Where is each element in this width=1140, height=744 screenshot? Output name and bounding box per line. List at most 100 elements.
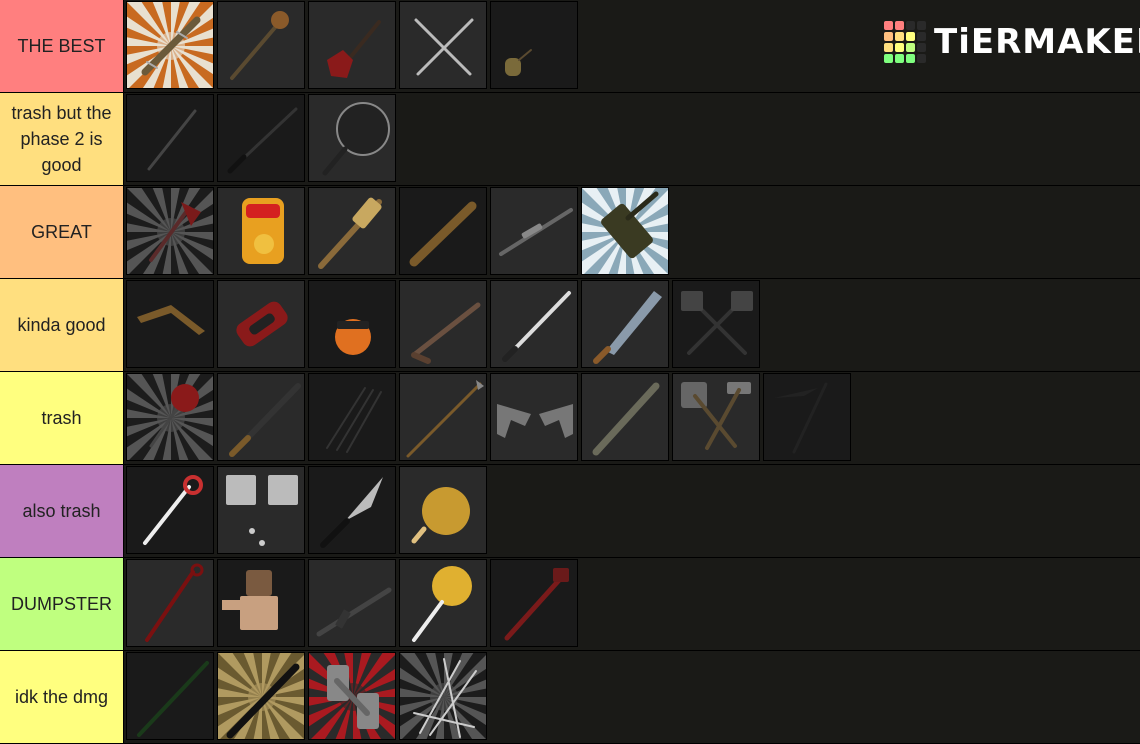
tier-row: kinda good — [0, 279, 1140, 372]
stop-sign-icon — [127, 374, 213, 460]
machete-icon — [582, 281, 668, 367]
tier-label[interactable]: GREAT — [0, 186, 124, 278]
sniper-rifle-icon — [491, 188, 577, 274]
tier-row: DUMPSTER — [0, 558, 1140, 651]
tier-item[interactable] — [399, 280, 487, 368]
tier-item[interactable] — [490, 280, 578, 368]
tier-item[interactable] — [308, 280, 396, 368]
spiked-mace-icon — [218, 2, 304, 88]
tier-item[interactable] — [308, 559, 396, 647]
tier-item[interactable] — [581, 280, 669, 368]
logo-grid-cell — [906, 54, 915, 63]
tier-item[interactable] — [399, 652, 487, 740]
tier-label[interactable]: DUMPSTER — [0, 558, 124, 650]
tier-item[interactable] — [399, 466, 487, 554]
tier-item[interactable] — [126, 94, 214, 182]
tier-items — [126, 372, 854, 464]
tier-item[interactable] — [308, 652, 396, 740]
wrapped-bat-icon — [309, 188, 395, 274]
tiermaker-logo-grid-icon — [884, 21, 926, 63]
tier-items — [126, 465, 490, 557]
tier-label[interactable]: idk the dmg — [0, 651, 124, 743]
frying-pan-icon — [309, 95, 395, 181]
tier-row: trash — [0, 372, 1140, 465]
tier-item[interactable] — [490, 373, 578, 461]
tier-item[interactable] — [399, 559, 487, 647]
tier-item[interactable] — [490, 559, 578, 647]
tier-item[interactable] — [126, 280, 214, 368]
tier-item[interactable] — [763, 373, 851, 461]
tier-item[interactable] — [672, 373, 760, 461]
tier-items — [126, 279, 763, 371]
tier-label[interactable]: kinda good — [0, 279, 124, 371]
candy-cane-icon — [127, 467, 213, 553]
tier-item[interactable] — [126, 652, 214, 740]
tier-item[interactable] — [308, 466, 396, 554]
logo-grid-cell — [917, 32, 926, 41]
tier-item[interactable] — [399, 187, 487, 275]
scythe-icon — [764, 374, 850, 460]
crossed-axes-icon — [673, 281, 759, 367]
red-guitar-icon — [309, 2, 395, 88]
tier-item[interactable] — [490, 187, 578, 275]
tier-item[interactable] — [217, 1, 305, 89]
tier-row: idk the dmg — [0, 651, 1140, 744]
tier-item[interactable] — [308, 1, 396, 89]
tier-item[interactable] — [126, 466, 214, 554]
tier-item[interactable] — [308, 94, 396, 182]
tier-label[interactable]: THE BEST — [0, 0, 124, 92]
tier-item[interactable] — [126, 187, 214, 275]
white-katana-icon — [491, 281, 577, 367]
tier-label[interactable]: also trash — [0, 465, 124, 557]
tier-item[interactable] — [217, 187, 305, 275]
tier-item[interactable] — [308, 373, 396, 461]
tier-item[interactable] — [217, 373, 305, 461]
logo-grid-cell — [917, 54, 926, 63]
cane-icon — [127, 95, 213, 181]
logo-grid-cell — [884, 43, 893, 52]
logo-grid-cell — [884, 21, 893, 30]
logo-grid-cell — [895, 32, 904, 41]
dual-pistols-icon — [491, 374, 577, 460]
crossed-sabres-icon — [400, 2, 486, 88]
tier-item[interactable] — [217, 94, 305, 182]
baton-icon — [218, 653, 304, 739]
tier-item[interactable] — [490, 1, 578, 89]
tier-item[interactable] — [126, 373, 214, 461]
dumbbells-icon — [309, 653, 395, 739]
tier-item[interactable] — [126, 559, 214, 647]
tier-item[interactable] — [308, 187, 396, 275]
tier-item[interactable] — [672, 280, 760, 368]
tier-item[interactable] — [126, 1, 214, 89]
tier-item[interactable] — [581, 373, 669, 461]
lollipop-icon — [400, 560, 486, 646]
roast-chicken-icon — [400, 467, 486, 553]
tier-label[interactable]: trash — [0, 372, 124, 464]
tier-item[interactable] — [217, 466, 305, 554]
cleavers-icon — [218, 467, 304, 553]
tier-items — [126, 0, 581, 92]
pipe-wrench-icon — [491, 560, 577, 646]
minigun-icon — [582, 188, 668, 274]
tier-item[interactable] — [399, 373, 487, 461]
tier-item[interactable] — [581, 187, 669, 275]
bat-with-nails-icon — [127, 2, 213, 88]
logo-grid-cell — [906, 43, 915, 52]
tier-item[interactable] — [217, 559, 305, 647]
tier-row: GREAT — [0, 186, 1140, 279]
claws-icon — [309, 374, 395, 460]
tier-item[interactable] — [399, 1, 487, 89]
tiermaker-logo: TiERMAKER — [884, 20, 1140, 64]
tier-label[interactable]: trash but the phase 2 is good — [0, 93, 124, 185]
red-pillow-icon — [218, 281, 304, 367]
tier-items — [126, 558, 581, 650]
multiple-swords-icon — [400, 653, 486, 739]
roblox-character-icon — [218, 560, 304, 646]
tier-item[interactable] — [217, 652, 305, 740]
dark-staff-icon — [127, 653, 213, 739]
tier-item[interactable] — [217, 280, 305, 368]
logo-grid-cell — [895, 21, 904, 30]
small-bottle-icon — [491, 2, 577, 88]
logo-grid-cell — [884, 54, 893, 63]
tier-board: THE BEST trash but the phase 2 is good GRE… — [0, 0, 1140, 744]
